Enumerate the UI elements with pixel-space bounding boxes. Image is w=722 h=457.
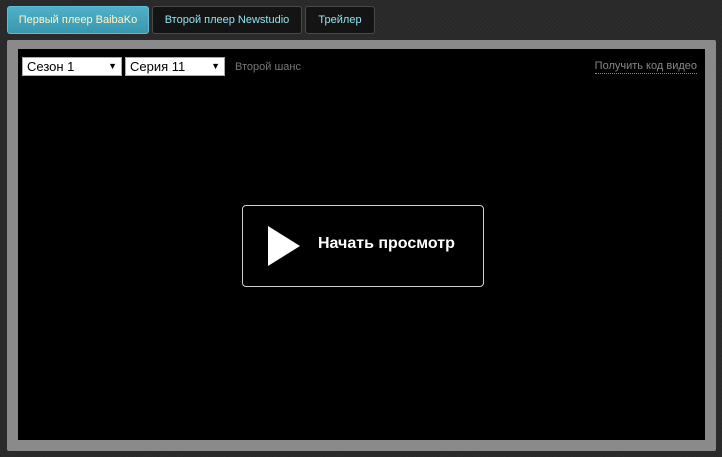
tab-first-player-baibako[interactable]: Первый плеер BaibaKo: [7, 6, 149, 34]
episode-title: Второй шанс: [235, 61, 301, 73]
dropdown-arrow-icon: ▼: [211, 61, 220, 71]
season-select[interactable]: Сезон 1 ▼: [22, 57, 122, 76]
start-watching-label: Начать просмотр: [318, 235, 455, 252]
episode-select[interactable]: Серия 11 ▼: [125, 57, 225, 76]
season-select-value: Сезон 1: [27, 59, 75, 74]
play-icon: [268, 226, 300, 266]
tab-second-player-newstudio[interactable]: Второй плеер Newstudio: [152, 6, 302, 34]
episode-select-value: Серия 11: [130, 59, 186, 74]
video-player[interactable]: Сезон 1 ▼ Серия 11 ▼ Второй шанс Получит…: [18, 49, 705, 440]
get-video-code-link[interactable]: Получить код видео: [594, 60, 697, 74]
start-watching-button[interactable]: Начать просмотр: [242, 205, 484, 287]
player-frame: Сезон 1 ▼ Серия 11 ▼ Второй шанс Получит…: [7, 40, 716, 451]
tab-trailer[interactable]: Трейлер: [305, 6, 375, 34]
dropdown-arrow-icon: ▼: [108, 61, 117, 71]
